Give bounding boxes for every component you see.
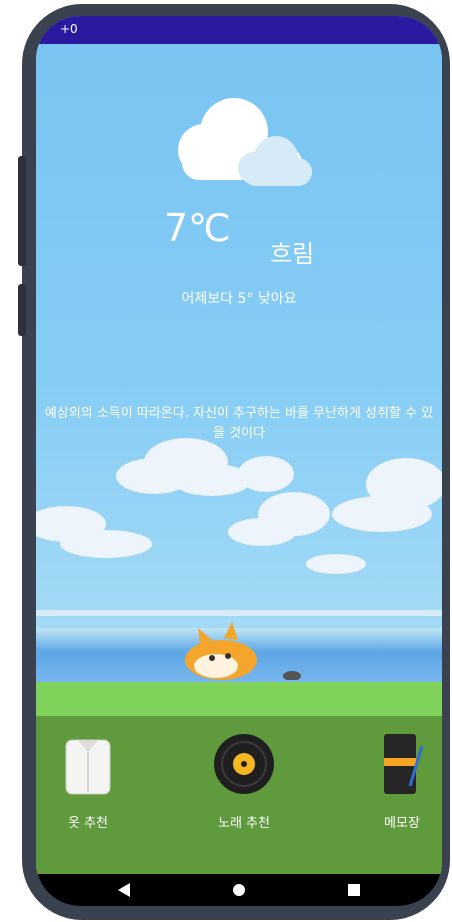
music-recommend-button[interactable]: 노래 추천 <box>184 732 304 831</box>
music-recommend-label: 노래 추천 <box>218 816 270 831</box>
status-text: +0 <box>60 22 78 36</box>
notebook-icon <box>384 734 424 794</box>
temperature: 7℃ <box>164 206 231 250</box>
clothes-recommend-button[interactable]: 옷 추천 <box>36 732 148 831</box>
grass-strip <box>36 682 442 718</box>
status-bar: +0 <box>36 16 442 44</box>
navigation-bar <box>36 874 442 906</box>
clothes-recommend-label: 옷 추천 <box>67 816 108 831</box>
volume-down-button <box>18 220 26 266</box>
memo-button[interactable]: 메모장 <box>342 732 442 831</box>
shirt-icon <box>65 739 111 795</box>
home-icon[interactable] <box>219 874 259 906</box>
rock-icon <box>283 671 301 680</box>
recents-icon[interactable] <box>334 874 374 906</box>
fortune-quote: 예상외의 소득이 따라온다. 자신이 추구하는 바를 무난하게 성취할 수 있을… <box>44 406 434 441</box>
memo-label: 메모장 <box>384 816 420 831</box>
vinyl-record-icon <box>214 734 274 794</box>
cloud-icon <box>178 98 312 186</box>
back-icon[interactable] <box>104 874 144 906</box>
power-button <box>18 284 26 336</box>
volume-up-button <box>18 156 26 230</box>
cat-illustration <box>185 622 257 680</box>
weather-condition: 흐림 <box>270 240 315 268</box>
temperature-comparison: 어제보다 5° 낮아요 <box>181 291 297 307</box>
app-screen: +0 7℃ 흐림 어제보다 5° 낮아요 예상외의 소득이 따라온다. 자신이 … <box>36 16 442 906</box>
